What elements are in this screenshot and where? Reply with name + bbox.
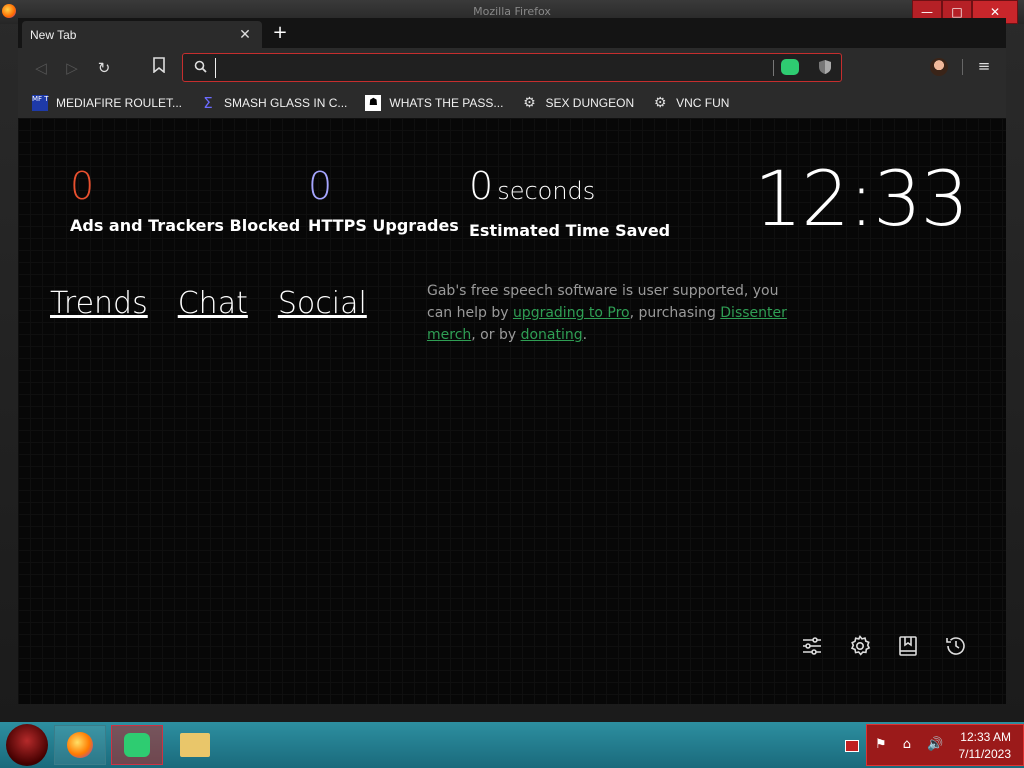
tray-clock[interactable]: 12:33 AM 7/11/2023: [959, 729, 1012, 763]
bookmark-item[interactable]: ⚙ VNC FUN: [652, 95, 730, 111]
navigation-bar: ◁ ▷ ↻ ≡: [18, 48, 1006, 88]
gear-icon: ⚙: [523, 95, 536, 111]
new-tab-page: 0 Ads and Trackers Blocked 0 HTTPS Upgra…: [18, 118, 1006, 704]
menu-icon[interactable]: ≡: [976, 58, 992, 74]
taskbar-gab-chat[interactable]: [111, 725, 163, 765]
browser-window: New Tab ✕ + ◁ ▷ ↻ ≡ MF T MEDIAFIRE ROULE…: [18, 18, 1006, 704]
bookmark-label: MEDIAFIRE ROULET...: [56, 96, 183, 110]
ghost-icon: ☗: [365, 95, 382, 111]
history-button[interactable]: [944, 634, 968, 658]
notice-text: .: [582, 327, 588, 343]
notice-text: , purchasing: [629, 305, 721, 321]
gear-icon: ⚙: [653, 95, 667, 111]
bookmarks-button[interactable]: [896, 634, 920, 658]
firefox-icon: [67, 732, 93, 758]
social-link[interactable]: Social: [278, 286, 367, 321]
history-icon: [946, 637, 965, 655]
bookmark-item[interactable]: MF T MEDIAFIRE ROULET...: [32, 95, 182, 111]
quick-links: Trends Chat Social: [50, 286, 397, 321]
mediafire-icon: MF T: [32, 95, 49, 111]
upgrade-pro-link[interactable]: upgrading to Pro: [513, 305, 630, 321]
bookmark-item[interactable]: Σ SMASH GLASS IN C...: [200, 95, 347, 111]
bookmark-label: WHATS THE PASS...: [389, 96, 504, 110]
ads-blocked-stat: 0 Ads and Trackers Blocked: [70, 164, 300, 235]
time-saved-value: 0 seconds: [469, 164, 670, 213]
ads-blocked-label: Ads and Trackers Blocked: [70, 216, 301, 235]
toolbar-divider: [962, 59, 963, 75]
support-notice: Gab's free speech software is user suppo…: [427, 280, 787, 346]
notice-text: , or by: [471, 327, 521, 343]
bookmark-label: SEX DUNGEON: [545, 96, 635, 110]
clock: 12:33: [753, 154, 969, 243]
time-saved-unit: seconds: [497, 177, 596, 205]
time-saved-stat: 0 seconds Estimated Time Saved: [469, 164, 670, 240]
page-tools: [776, 634, 968, 658]
shield-icon[interactable]: [818, 59, 832, 75]
taskbar-file-explorer[interactable]: [169, 725, 221, 765]
gear-icon: [850, 635, 871, 656]
bookmark-item[interactable]: ☗ WHATS THE PASS...: [365, 95, 503, 111]
https-upgrades-label: HTTPS Upgrades: [308, 216, 459, 235]
start-button[interactable]: [6, 724, 48, 766]
bookmark-label: SMASH GLASS IN C...: [224, 96, 348, 110]
taskbar: ⚑ ⌂ 🔊 12:33 AM 7/11/2023: [0, 722, 1024, 768]
donating-link[interactable]: donating: [521, 327, 583, 343]
sliders-icon: [803, 637, 821, 655]
url-input[interactable]: [215, 58, 755, 78]
trends-link[interactable]: Trends: [50, 286, 148, 321]
bookmark-item[interactable]: ⚙ SEX DUNGEON: [521, 95, 634, 111]
bookmark-button[interactable]: [148, 57, 170, 79]
forward-button[interactable]: ▷: [61, 57, 83, 79]
new-tab-button[interactable]: +: [270, 23, 290, 43]
reload-button[interactable]: ↻: [93, 57, 115, 79]
search-icon: [194, 60, 207, 73]
ads-blocked-count: 0: [70, 164, 95, 208]
tab-strip: New Tab ✕ +: [18, 18, 1006, 48]
chat-link[interactable]: Chat: [178, 286, 248, 321]
tray-date: 7/11/2023: [958, 747, 1012, 761]
tray-time: 12:33 AM: [960, 730, 1011, 744]
time-saved-count: 0: [469, 164, 494, 208]
settings-button[interactable]: [848, 634, 872, 658]
close-tab-icon[interactable]: ✕: [236, 25, 254, 43]
bookmark-label: VNC FUN: [676, 96, 730, 110]
system-tray: ⚑ ⌂ 🔊 12:33 AM 7/11/2023: [866, 724, 1024, 766]
taskbar-firefox[interactable]: [54, 725, 106, 765]
tab-new-tab[interactable]: New Tab ✕: [22, 21, 262, 48]
https-upgrades-stat: 0 HTTPS Upgrades: [308, 164, 459, 235]
sigma-icon: Σ: [203, 94, 213, 112]
bookmarks-icon: [899, 636, 917, 656]
avatar[interactable]: [930, 58, 948, 76]
bookmarks-bar: MF T MEDIAFIRE ROULET... Σ SMASH GLASS I…: [18, 88, 1006, 118]
bookmark-icon: [153, 57, 165, 74]
back-button[interactable]: ◁: [30, 57, 52, 79]
time-saved-label: Estimated Time Saved: [469, 221, 671, 240]
folder-icon: [180, 733, 210, 757]
customize-button[interactable]: [800, 634, 824, 658]
gab-chat-icon[interactable]: [781, 59, 799, 75]
notification-flag-icon[interactable]: [845, 740, 859, 752]
address-bar[interactable]: [182, 53, 842, 82]
tab-title: New Tab: [30, 27, 77, 42]
window-title: Mozilla Firefox: [473, 5, 551, 18]
tray-icons[interactable]: ⚑ ⌂ 🔊: [875, 737, 949, 752]
https-upgrades-count: 0: [308, 164, 333, 208]
url-divider: [773, 60, 774, 76]
chat-icon: [124, 733, 150, 757]
